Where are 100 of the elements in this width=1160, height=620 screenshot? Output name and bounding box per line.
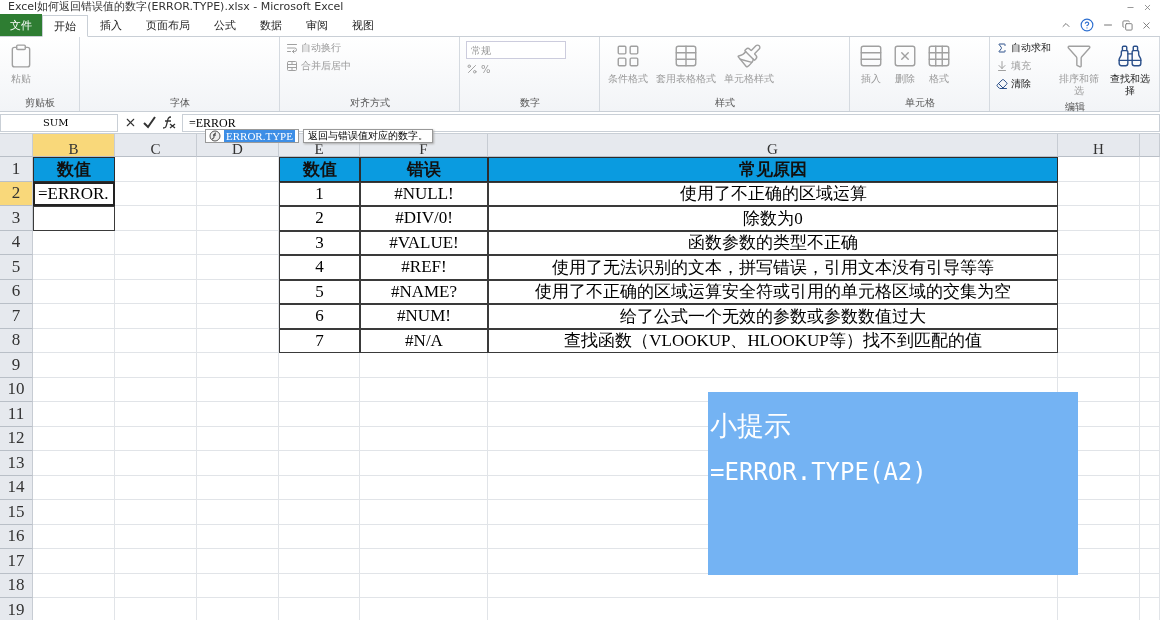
binoculars-icon [1116, 43, 1143, 69]
row-header[interactable]: 3 [0, 206, 33, 231]
column-header[interactable]: G [488, 134, 1058, 157]
grid-icon [615, 43, 641, 69]
cell-editor[interactable]: =ERROR. [33, 181, 115, 206]
cancel-icon[interactable] [124, 116, 137, 129]
table-cell: #NULL! [360, 181, 488, 206]
grid-cell [1140, 255, 1160, 280]
row-header[interactable]: 18 [0, 573, 33, 598]
table-cell: #VALUE! [360, 230, 488, 255]
grid-cell [1140, 402, 1160, 427]
ribbon-tab[interactable]: 公式 [202, 14, 248, 36]
table-cell: 4 [279, 255, 360, 280]
table-cell: 6 [279, 304, 360, 329]
row-header[interactable]: 19 [0, 598, 33, 620]
table-cell: 查找函数（VLOOKUP、HLOOKUP等）找不到匹配的值 [488, 328, 1058, 353]
ribbon-tab[interactable]: 页面布局 [134, 14, 202, 36]
column-header[interactable]: B [33, 134, 115, 157]
grid-cell [1140, 549, 1160, 574]
eraser-icon [996, 78, 1008, 90]
help-icon[interactable] [1080, 18, 1094, 32]
name-box[interactable]: SUM [0, 113, 118, 132]
grid-cell [1140, 475, 1160, 500]
function-icon [209, 130, 221, 142]
table-cell: 使用了不正确的区域运算 [488, 181, 1058, 206]
grid-cell [1140, 157, 1160, 182]
table-cell: 5 [279, 279, 360, 304]
grid-cell [1140, 206, 1160, 231]
window-title: Excel如何返回错误值的数字(ERROR.TYPE).xlsx - Microsoft Excel [8, 0, 344, 14]
grid-cell [1140, 524, 1160, 549]
ribbon-button[interactable]: 清除 [996, 77, 1051, 91]
ribbon-button[interactable]: 自动求和 [996, 41, 1051, 55]
ribbon-tab[interactable]: 插入 [88, 14, 134, 36]
table-cell: 2 [279, 206, 360, 231]
row-header[interactable]: 7 [0, 304, 33, 329]
ribbon-tab[interactable]: 开始 [42, 15, 88, 37]
ribbon-button[interactable]: 查找和选择 [1106, 41, 1153, 99]
row-header[interactable]: 11 [0, 402, 33, 427]
ribbon-tab[interactable]: 数据 [248, 14, 294, 36]
column-header[interactable]: C [115, 134, 197, 157]
rows-icon [858, 43, 884, 69]
row-header[interactable]: 15 [0, 500, 33, 525]
table-cell: 给了公式一个无效的参数或参数数值过大 [488, 304, 1058, 329]
description-tooltip: 返回与错误值对应的数字。 [302, 129, 433, 143]
grid-cell [1140, 304, 1160, 329]
row-header[interactable]: 1 [0, 157, 33, 182]
funnel-icon [1065, 43, 1092, 69]
table-cell: 7 [279, 328, 360, 353]
table-cell: 除数为0 [488, 206, 1058, 231]
row-header[interactable]: 17 [0, 549, 33, 574]
table-cell: #NAME? [360, 279, 488, 304]
table-cell: #DIV/0! [360, 206, 488, 231]
ribbon-tab[interactable]: 视图 [340, 14, 386, 36]
grid-cell [1140, 426, 1160, 451]
group-label: 数字 [518, 96, 541, 110]
row-header[interactable]: 12 [0, 426, 33, 451]
row-header[interactable]: 16 [0, 524, 33, 549]
row-header[interactable]: 14 [0, 475, 33, 500]
select-all-corner[interactable] [0, 134, 33, 157]
grid-cell [1140, 500, 1160, 525]
table-icon [673, 43, 699, 69]
check-icon[interactable] [143, 116, 156, 129]
grid-cell [1140, 328, 1160, 353]
row-header[interactable]: 13 [0, 451, 33, 476]
grid-cell [1140, 181, 1160, 206]
group-label: 编辑 [1063, 100, 1086, 114]
row-header[interactable]: 8 [0, 328, 33, 353]
ribbon-tab[interactable]: 审阅 [294, 14, 340, 36]
row-header[interactable]: 10 [0, 377, 33, 402]
tip-title: 小提示 [710, 409, 792, 443]
column-heading: 常见原因 [488, 157, 1058, 182]
table-cell: 使用了不正确的区域运算安全符或引用的单元格区域的交集为空 [488, 279, 1058, 304]
grid-cell [1140, 353, 1160, 378]
wrap-text-icon [286, 42, 298, 54]
merge-icon [286, 60, 298, 72]
table-cell: #N/A [360, 328, 488, 353]
close-icon[interactable] [1143, 2, 1152, 12]
row-header[interactable]: 2 [0, 181, 33, 206]
group-label: 样式 [713, 96, 736, 110]
group-label: 单元格 [903, 96, 936, 110]
column-header[interactable]: H [1058, 134, 1140, 157]
function-icon[interactable] [162, 116, 176, 129]
file-tab[interactable]: 文件 [0, 14, 42, 36]
grid-cell [1140, 279, 1160, 304]
delete-icon [892, 43, 918, 69]
column-heading: 错误 [360, 157, 488, 182]
table-cell: 使用了无法识别的文本，拼写错误，引用文本没有引导等等 [488, 255, 1058, 280]
table-cell: 1 [279, 181, 360, 206]
percent-icon [466, 63, 478, 75]
row-header[interactable]: 6 [0, 279, 33, 304]
brush-icon [736, 43, 762, 69]
table-cell: #REF! [360, 255, 488, 280]
column-header[interactable] [1140, 134, 1160, 157]
row-header[interactable]: 9 [0, 353, 33, 378]
group-label: 字体 [168, 96, 191, 110]
restore-icon[interactable] [1122, 19, 1133, 31]
close-icon[interactable] [1141, 19, 1152, 31]
table-cell: 函数参数的类型不正确 [488, 230, 1058, 255]
row-header[interactable]: 5 [0, 255, 33, 280]
row-header[interactable]: 4 [0, 230, 33, 255]
